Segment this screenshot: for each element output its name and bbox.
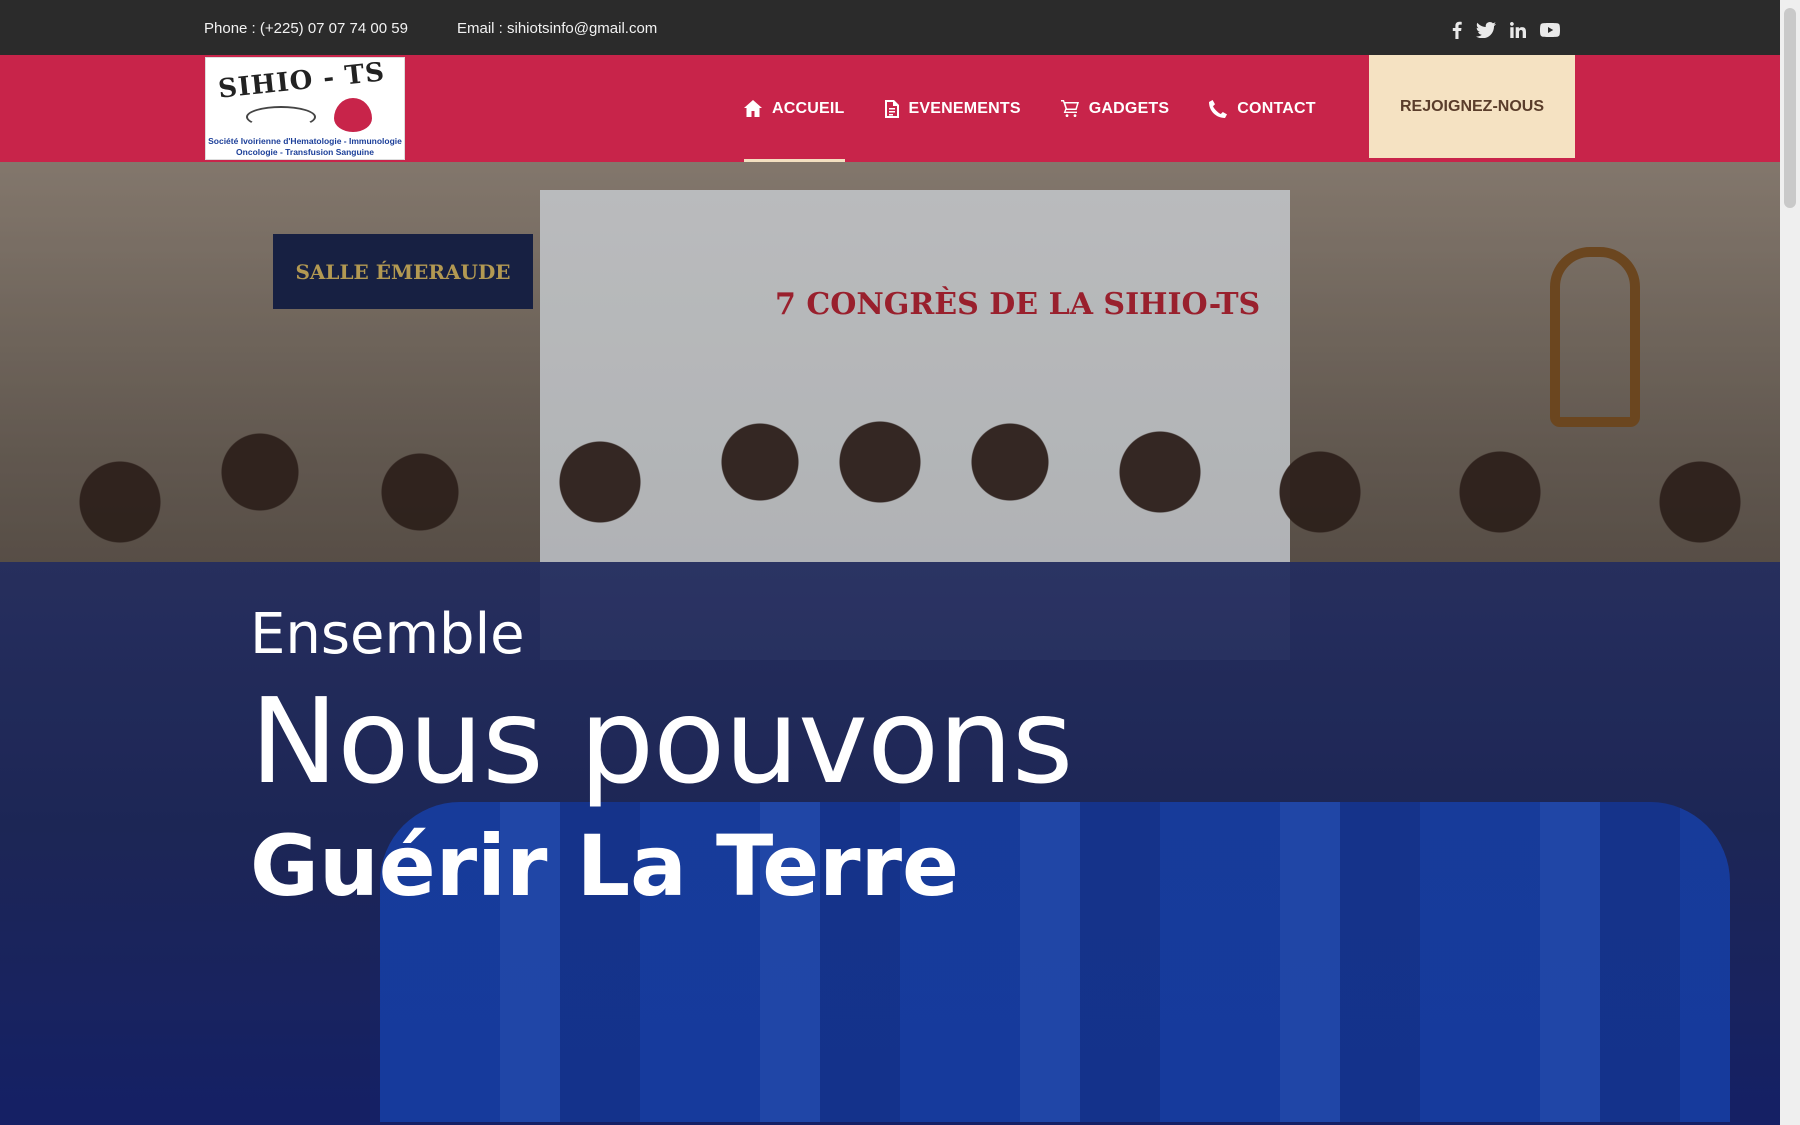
scrollbar-thumb[interactable] <box>1784 8 1796 208</box>
hero-tagline-bold: Guérir La Terre <box>250 817 959 915</box>
linkedin-icon[interactable] <box>1510 22 1526 38</box>
hero-section: SALLE ÉMERAUDE 7 CONGRÈS DE LA SIHIO-TS … <box>0 162 1780 1125</box>
page-scrollbar[interactable] <box>1780 0 1800 1125</box>
logo-brand-text: SIHIO - TS <box>216 57 387 105</box>
logo-subtitle-2: Oncologie - Transfusion Sanguine <box>236 147 374 157</box>
email-info: Email : sihiotsinfo@gmail.com <box>457 20 658 37</box>
nav-label: GADGETS <box>1088 99 1170 117</box>
facebook-icon[interactable] <box>1452 21 1462 39</box>
nav-item-gadgets[interactable]: GADGETS <box>1060 55 1170 162</box>
top-info-bar: Phone : (+225) 07 07 74 00 59 Email : si… <box>0 0 1780 55</box>
hero-tagline-big: Nous pouvons <box>250 672 1073 810</box>
nav-item-accueil[interactable]: ACCUEIL <box>744 55 845 162</box>
document-icon <box>884 99 899 118</box>
main-nav: ACCUEIL EVENEMENTS GADGETS CONTACT <box>744 55 1356 162</box>
youtube-icon[interactable] <box>1540 23 1560 37</box>
cart-icon <box>1060 100 1079 117</box>
join-button[interactable]: REJOIGNEZ-NOUS <box>1369 55 1575 158</box>
home-icon <box>744 100 762 117</box>
nav-label: ACCUEIL <box>772 99 845 117</box>
nav-item-contact[interactable]: CONTACT <box>1209 55 1316 162</box>
social-links <box>1452 21 1560 39</box>
logo-crab-icon <box>246 106 316 128</box>
twitter-icon[interactable] <box>1476 22 1496 38</box>
nav-label: CONTACT <box>1237 99 1316 117</box>
hero-tagline-small: Ensemble <box>250 602 525 667</box>
nav-item-evenements[interactable]: EVENEMENTS <box>884 55 1021 162</box>
phone-info: Phone : (+225) 07 07 74 00 59 <box>204 20 408 37</box>
site-logo[interactable]: SIHIO - TS Société Ivoirienne d'Hematolo… <box>205 57 405 160</box>
nav-label: EVENEMENTS <box>908 99 1021 117</box>
logo-subtitle-1: Société Ivoirienne d'Hematologie - Immun… <box>208 136 402 146</box>
phone-icon <box>1209 99 1228 118</box>
logo-drop-icon <box>334 98 372 132</box>
main-header: SIHIO - TS Société Ivoirienne d'Hematolo… <box>0 55 1780 162</box>
